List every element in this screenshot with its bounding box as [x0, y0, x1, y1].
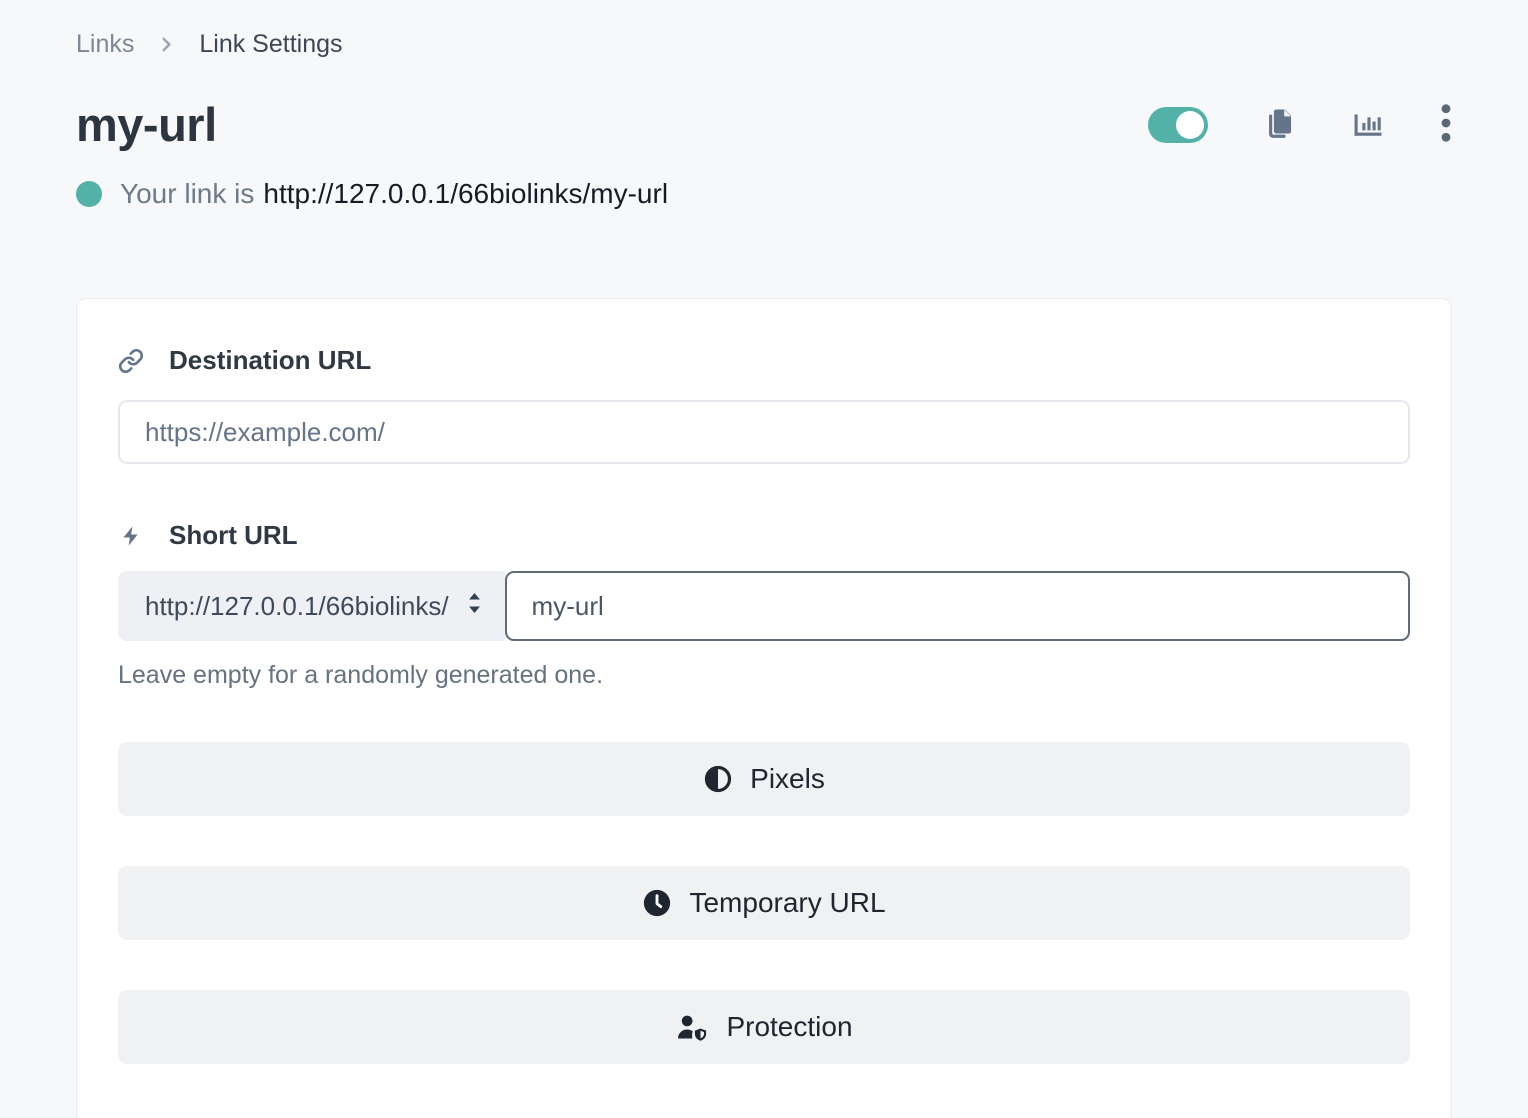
statistics-button[interactable]: [1350, 106, 1386, 143]
status-url: http://127.0.0.1/66biolinks/my-url: [263, 178, 668, 210]
link-status-row: Your link is http://127.0.0.1/66biolinks…: [76, 178, 1452, 210]
short-url-input[interactable]: [505, 571, 1410, 641]
domain-select-value: http://127.0.0.1/66biolinks/: [145, 591, 449, 622]
more-options-button[interactable]: [1440, 103, 1452, 146]
destination-url-label: Destination URL: [169, 345, 371, 376]
destination-url-label-row: Destination URL: [118, 345, 1410, 376]
half-circle-icon: [703, 764, 733, 794]
protection-section-button[interactable]: Protection: [118, 990, 1410, 1064]
temporary-url-button-label: Temporary URL: [689, 887, 885, 919]
link-icon: [118, 348, 144, 374]
header-row: my-url: [76, 97, 1452, 152]
copy-icon: [1262, 105, 1296, 144]
pixels-button-label: Pixels: [750, 763, 825, 795]
clock-icon: [642, 888, 672, 918]
protection-button-label: Protection: [726, 1011, 852, 1043]
bar-chart-icon: [1350, 106, 1386, 143]
temporary-url-section-button[interactable]: Temporary URL: [118, 866, 1410, 940]
domain-select[interactable]: http://127.0.0.1/66biolinks/: [118, 571, 505, 641]
short-url-group: http://127.0.0.1/66biolinks/: [118, 571, 1410, 641]
chevron-right-icon: [158, 36, 175, 53]
link-settings-page: Links Link Settings my-url: [0, 0, 1528, 1118]
short-url-label-row: Short URL: [118, 520, 1410, 551]
kebab-menu-icon: [1440, 103, 1452, 146]
link-settings-card: Destination URL Short URL http://127.0.0…: [76, 298, 1452, 1118]
short-url-label: Short URL: [169, 520, 298, 551]
toggle-knob: [1176, 111, 1204, 139]
user-shield-icon: [675, 1012, 709, 1042]
breadcrumb-links[interactable]: Links: [76, 30, 134, 59]
page-title: my-url: [76, 97, 217, 152]
copy-link-button[interactable]: [1262, 105, 1296, 144]
status-prefix: Your link is: [120, 178, 254, 210]
lightning-bolt-icon: [118, 523, 144, 549]
link-enabled-toggle[interactable]: [1148, 107, 1208, 143]
select-arrows-icon: [465, 590, 484, 623]
breadcrumb: Links Link Settings: [76, 30, 1452, 59]
breadcrumb-current: Link Settings: [199, 30, 342, 59]
header-actions: [1148, 103, 1452, 146]
status-dot-icon: [76, 181, 102, 207]
pixels-section-button[interactable]: Pixels: [118, 742, 1410, 816]
destination-url-input[interactable]: [118, 400, 1410, 464]
short-url-help-text: Leave empty for a randomly generated one…: [118, 661, 1410, 690]
